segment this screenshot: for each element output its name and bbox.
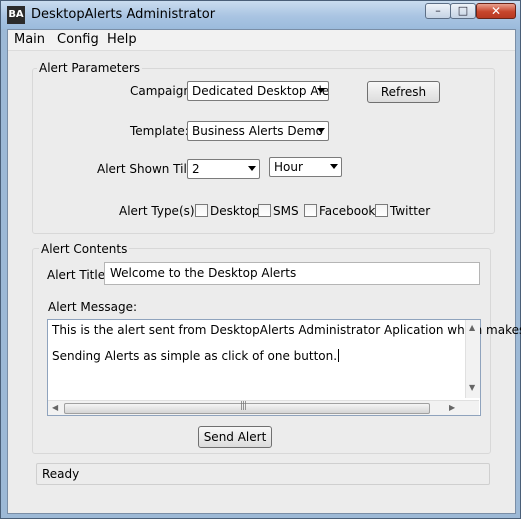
horizontal-scrollbar[interactable]: ◀ ||| ▶ (48, 400, 479, 415)
minimize-icon: – (435, 4, 441, 17)
sms-checkbox[interactable] (258, 204, 271, 217)
campaign-select[interactable]: Dedicated Desktop Alerts (187, 81, 329, 101)
close-icon: ✕ (490, 4, 502, 18)
facebook-checkbox[interactable] (304, 204, 317, 217)
campaign-value: Dedicated Desktop Alerts (192, 84, 329, 98)
alert-message-textarea[interactable]: This is the alert sent from DesktopAlert… (47, 319, 521, 416)
template-select[interactable]: Business Alerts Demo (187, 121, 329, 141)
scroll-left-icon[interactable]: ◀ (52, 403, 58, 412)
grip-icon: ||| (240, 401, 247, 411)
chevron-down-icon (330, 164, 338, 169)
maximize-button[interactable]: □ (450, 3, 476, 19)
client-area: Main Config Help Alert Parameters Campai… (7, 29, 521, 514)
shown-till-unit-value: Hour (274, 160, 303, 174)
refresh-button[interactable]: Refresh (367, 81, 440, 103)
desktop-checkbox-label[interactable]: Desktop (210, 204, 260, 218)
chevron-down-icon (248, 166, 256, 171)
maximize-icon: □ (457, 4, 469, 17)
status-bar: Ready (36, 463, 490, 485)
menu-help[interactable]: Help (107, 32, 137, 47)
horizontal-scroll-thumb[interactable]: ||| (64, 401, 430, 414)
campaign-label: Campaign: (130, 84, 195, 98)
send-alert-button[interactable]: Send Alert (198, 426, 272, 448)
desktop-checkbox[interactable] (195, 204, 208, 217)
shown-till-unit-select[interactable]: Hour (269, 157, 342, 177)
twitter-checkbox[interactable] (375, 204, 388, 217)
message-line-1: This is the alert sent from DesktopAlert… (52, 323, 521, 337)
chevron-down-icon (317, 88, 325, 93)
close-button[interactable]: ✕ (476, 3, 516, 19)
scroll-up-icon[interactable]: ▲ (469, 323, 475, 332)
message-line-2: Sending Alerts as simple as click of one… (52, 349, 340, 363)
alert-types-label: Alert Type(s): (119, 204, 199, 218)
menu-main[interactable]: Main (14, 32, 45, 47)
alert-title-label: Alert Title: (47, 268, 110, 282)
alert-parameters-label: Alert Parameters (37, 61, 143, 75)
window-title: DesktopAlerts Administrator (31, 7, 216, 22)
template-value: Business Alerts Demo (192, 124, 324, 138)
shown-till-select[interactable]: 2 (187, 159, 260, 179)
status-text: Ready (42, 467, 80, 481)
app-window: BA DesktopAlerts Administrator – □ ✕ Mai… (0, 0, 521, 519)
scroll-right-icon[interactable]: ▶ (449, 403, 455, 412)
app-logo-icon: BA (7, 6, 25, 24)
title-bar[interactable]: BA DesktopAlerts Administrator – □ ✕ (1, 1, 520, 29)
shown-till-label: Alert Shown Till: (97, 162, 195, 176)
template-label: Template: (130, 124, 189, 138)
vertical-scrollbar[interactable]: ▲ ▼ (465, 320, 480, 398)
shown-till-value: 2 (192, 162, 200, 176)
chevron-down-icon (317, 128, 325, 133)
alert-message-label: Alert Message: (48, 300, 138, 314)
alert-title-input[interactable]: Welcome to the Desktop Alerts (104, 262, 480, 285)
scroll-down-icon[interactable]: ▼ (469, 383, 475, 392)
text-caret (338, 349, 340, 362)
facebook-checkbox-label[interactable]: Facebook (319, 204, 375, 218)
alert-title-value: Welcome to the Desktop Alerts (110, 266, 297, 280)
sms-checkbox-label[interactable]: SMS (273, 204, 299, 218)
menu-bar: Main Config Help (8, 30, 515, 51)
minimize-button[interactable]: – (425, 3, 451, 19)
twitter-checkbox-label[interactable]: Twitter (390, 204, 430, 218)
message-line-2-text: Sending Alerts as simple as click of one… (52, 349, 338, 363)
alert-contents-label: Alert Contents (39, 242, 130, 256)
menu-config[interactable]: Config (57, 32, 99, 47)
